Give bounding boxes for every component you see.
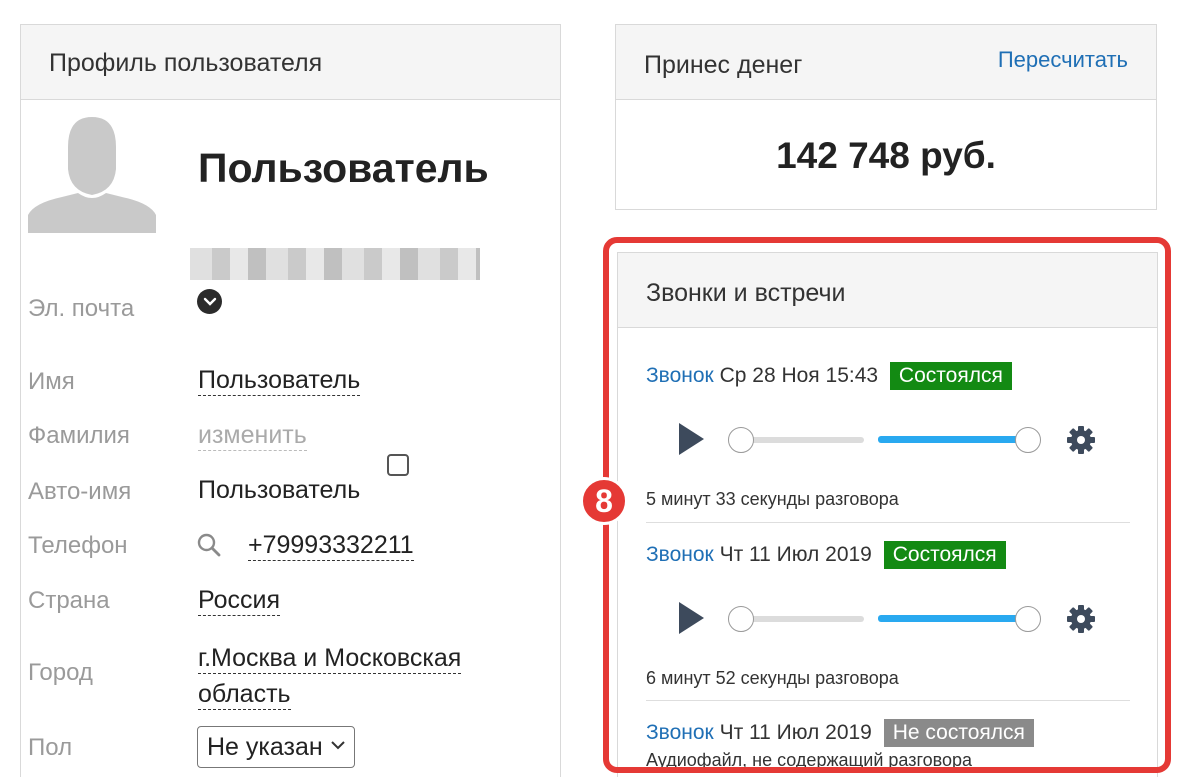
calls-panel-title: Звонки и встречи [646,279,846,307]
call-divider [646,700,1130,701]
email-expand-button[interactable] [197,289,222,314]
play-icon[interactable] [676,421,706,457]
call-item-header: Звонок Чт 11 Июл 2019 Не состоялся [646,719,1034,747]
volume-handle[interactable] [1015,427,1041,453]
chevron-down-icon [331,741,345,750]
gear-icon[interactable] [1066,604,1096,634]
auto-name-value: Пользователь [198,476,361,504]
audio-player [676,598,1104,638]
country-label: Страна [28,587,110,614]
city-line-1: г.Москва и Московская [198,644,462,674]
gender-select[interactable]: Не указан [197,726,355,768]
calls-panel-header: Звонки и встречи [618,253,1157,328]
revenue-panel-title: Принес денег [644,51,803,79]
call-item-header: Звонок Чт 11 Июл 2019 Состоялся [646,541,1006,569]
play-icon[interactable] [676,600,706,636]
call-duration: 5 минут 33 секунды разговора [646,489,899,509]
country-field[interactable]: Россия [198,586,280,616]
calls-panel: Звонки и встречи [617,252,1158,777]
call-link[interactable]: Звонок [646,543,714,566]
auto-name-checkbox[interactable] [387,454,409,476]
call-date: Ср 28 Ноя 15:43 [719,364,879,387]
revenue-value: 142 748 руб. [776,135,996,176]
call-note: Аудиофайл, не содержащий разговора [646,750,973,770]
avatar-placeholder-icon [28,107,156,233]
auto-name-label: Авто-имя [28,478,132,505]
seek-handle[interactable] [728,427,754,453]
gender-label: Пол [28,734,73,761]
revenue-panel-header: Принес денег Пересчитать [616,25,1156,100]
search-icon[interactable] [196,532,222,558]
call-link[interactable]: Звонок [646,721,714,744]
first-name-label: Имя [28,368,75,395]
revenue-panel: Принес денег Пересчитать 142 748 руб. [615,24,1157,210]
recalculate-link[interactable]: Пересчитать [998,47,1128,73]
volume-track[interactable] [878,615,1028,622]
volume-handle[interactable] [1015,606,1041,632]
email-value-blurred [190,248,480,280]
call-duration: 6 минут 52 секунды разговора [646,668,899,688]
email-label: Эл. почта [28,295,135,322]
call-link[interactable]: Звонок [646,364,714,387]
audio-player [676,419,1104,459]
call-item-header: Звонок Ср 28 Ноя 15:43 Состоялся [646,362,1012,390]
first-name-field[interactable]: Пользователь [198,366,361,396]
step-number-badge: 8 [580,477,628,525]
profile-panel-title: Профиль пользователя [49,49,323,77]
status-badge: Не состоялся [883,719,1034,747]
phone-label: Телефон [28,532,128,559]
status-badge: Состоялся [889,362,1012,390]
city-label: Город [28,659,93,686]
volume-track[interactable] [878,436,1028,443]
phone-field[interactable]: +79993332211 [248,531,414,561]
gear-icon[interactable] [1066,425,1096,455]
last-name-edit-link[interactable]: изменить [198,421,307,451]
last-name-label: Фамилия [28,422,130,449]
seek-handle[interactable] [728,606,754,632]
profile-panel-header: Профиль пользователя [21,25,560,100]
gender-select-value: Не указан [207,732,323,761]
call-date: Чт 11 Июл 2019 [719,543,872,566]
city-line-2: область [198,680,291,710]
status-badge: Состоялся [883,541,1006,569]
call-divider [646,522,1130,523]
chevron-down-icon [203,297,216,306]
call-date: Чт 11 Июл 2019 [719,721,872,744]
user-name-heading: Пользователь [198,145,489,191]
city-field[interactable]: г.Москва и Московская область [198,640,462,712]
